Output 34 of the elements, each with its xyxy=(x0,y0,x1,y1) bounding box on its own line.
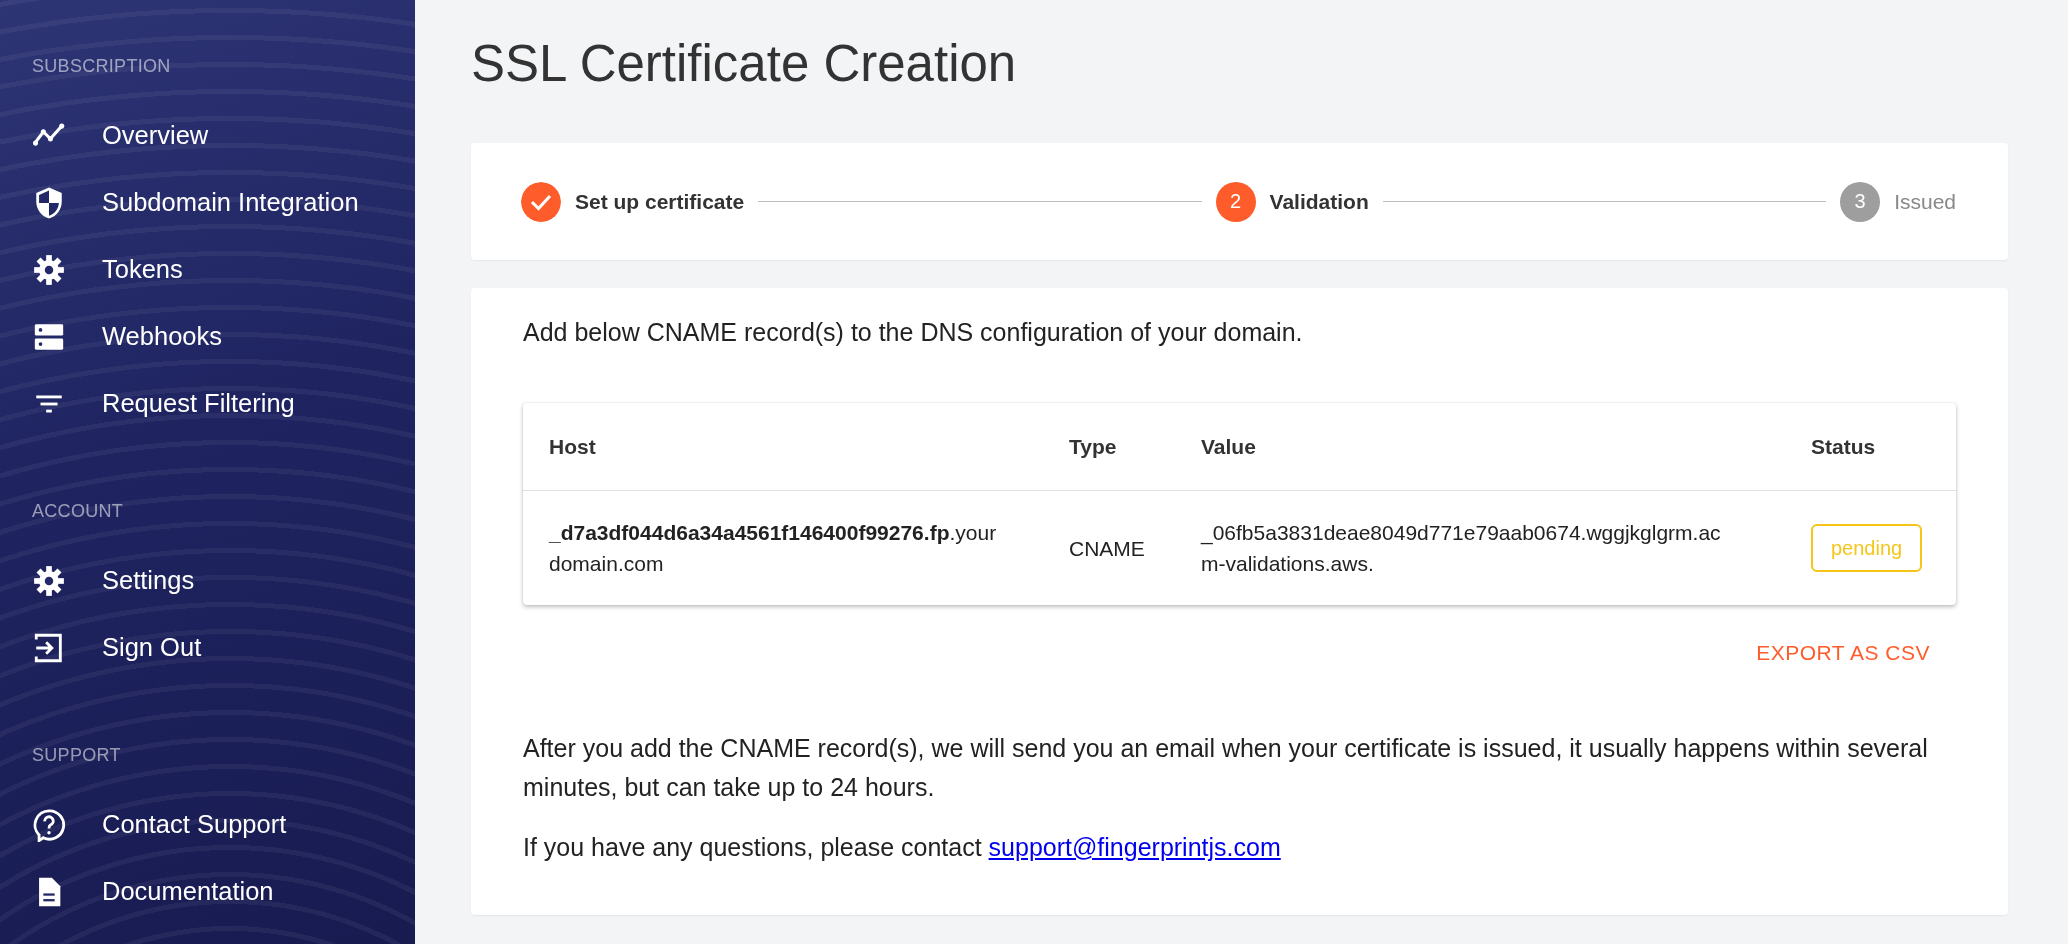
step: Set up certificate xyxy=(521,181,745,222)
gear-icon xyxy=(32,252,66,287)
nav-item[interactable]: Contact Support xyxy=(32,791,287,858)
column-header: Type xyxy=(1068,434,1118,459)
step-number: 2 xyxy=(1215,181,1256,222)
help-icon xyxy=(32,807,66,842)
value-cell-text: _06fb5a3831deae8049d771e79aab0674.wggjkglgrm.acm-validations.aws. xyxy=(1199,520,1722,577)
section-heading: SUBSCRIPTION xyxy=(32,56,172,77)
gear-icon xyxy=(32,563,66,598)
nav-item[interactable]: Tokens xyxy=(32,236,183,303)
status-badge: pending xyxy=(1811,524,1923,572)
column-header: Value xyxy=(1200,434,1257,459)
nav-item[interactable]: Overview xyxy=(32,102,209,169)
step-number: 3 xyxy=(1840,181,1881,222)
nav-item[interactable]: Documentation xyxy=(32,858,274,925)
nav-item[interactable]: Request Filtering xyxy=(32,370,295,437)
nav-item[interactable]: Sign Out xyxy=(32,614,202,681)
nav-item[interactable]: Settings xyxy=(32,547,195,614)
nav-item[interactable]: Subdomain Integration xyxy=(32,169,359,236)
column-header: Status xyxy=(1810,434,1877,459)
contact-text: If you have any questions, please contact support@fingerprintjs.com xyxy=(523,833,1282,862)
step: 3 Issued xyxy=(1840,181,1956,222)
column-header: Host xyxy=(548,434,597,459)
page-title: SSL Certificate Creation xyxy=(471,34,1018,93)
info-paragraph: After you add the CNAME record(s), we will send you an email when your certificate is issued, it usually happens within several minutes, but can take up to 24 hours. xyxy=(523,733,1929,803)
instruction-text: Add below CNAME record(s) to the DNS configuration of your domain. xyxy=(523,318,1304,347)
host-cell-text: _d7a3df044d6a34a4561f146400f99276.fp.yourdomain.com xyxy=(547,520,998,577)
type-cell-text: CNAME xyxy=(1068,535,1146,562)
nav-item[interactable]: Webhooks xyxy=(32,303,223,370)
email-link[interactable]: support@fingerprintjs.com xyxy=(988,833,1281,861)
section-heading: SUPPORT xyxy=(32,745,122,766)
step: 2 Validation xyxy=(1215,181,1369,222)
check-circle-icon xyxy=(521,181,561,222)
section-heading: ACCOUNT xyxy=(32,501,125,522)
